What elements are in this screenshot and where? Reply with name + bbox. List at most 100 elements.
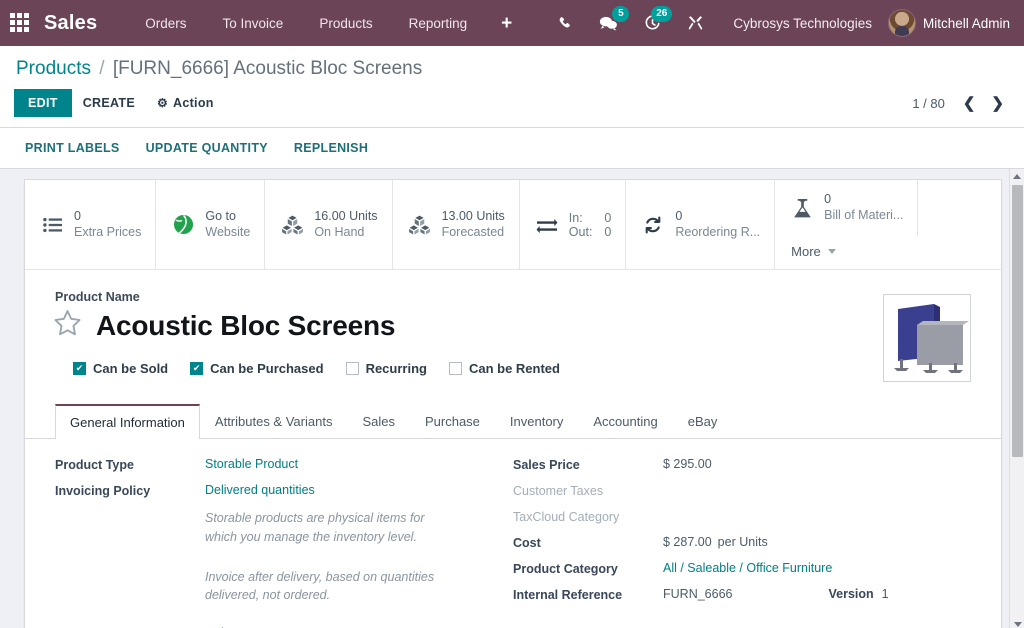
field-product-type: Product Type Storable Product bbox=[55, 457, 513, 472]
checkbox-label: Can be Sold bbox=[93, 361, 168, 376]
stat-button-forecasted[interactable]: 13.00 Units Forecasted bbox=[393, 180, 520, 269]
field-value[interactable]: Delivered quantities bbox=[205, 483, 315, 497]
phone-icon[interactable] bbox=[545, 0, 586, 46]
app-brand-sales[interactable]: Sales bbox=[44, 12, 97, 35]
form-background: 0 Extra Prices Go to Website bbox=[0, 169, 1024, 628]
field-label: TaxCloud Category bbox=[513, 509, 663, 524]
chevron-down-icon bbox=[828, 249, 836, 254]
print-labels-button[interactable]: PRINT LABELS bbox=[14, 135, 131, 161]
menu-item-to-invoice[interactable]: To Invoice bbox=[205, 10, 302, 37]
checkbox-label: Can be Rented bbox=[469, 361, 560, 376]
breadcrumb-current: [FURN_6666] Acoustic Bloc Screens bbox=[113, 58, 422, 79]
tools-icon[interactable] bbox=[674, 0, 717, 46]
tab-ebay[interactable]: eBay bbox=[673, 404, 733, 439]
version-label: Version bbox=[828, 587, 873, 601]
stat-label: Reordering R... bbox=[675, 225, 760, 241]
help-text-storable: Storable products are physical items for… bbox=[205, 509, 455, 547]
exchange-icon bbox=[534, 216, 560, 234]
stat-value: 13.00 Units bbox=[442, 209, 505, 225]
stat-text: 16.00 Units On Hand bbox=[314, 209, 377, 240]
tab-purchase[interactable]: Purchase bbox=[410, 404, 495, 439]
checkbox-recurring[interactable]: Recurring bbox=[346, 361, 427, 376]
breadcrumb-products[interactable]: Products bbox=[16, 58, 91, 79]
star-icon[interactable] bbox=[51, 307, 84, 345]
stat-button-go-to-website[interactable]: Go to Website bbox=[156, 180, 265, 269]
out-label: Out: bbox=[569, 225, 593, 239]
scrollbar-thumb[interactable] bbox=[1012, 185, 1023, 457]
stat-in-out-values: In: 0 Out: 0 bbox=[569, 211, 612, 239]
product-form-sheet: 0 Extra Prices Go to Website bbox=[24, 179, 1002, 628]
scroll-up-arrow[interactable] bbox=[1010, 169, 1024, 184]
stat-button-column-right: 0 Bill of Materi... More bbox=[775, 180, 918, 269]
product-flags: Can be Sold Can be Purchased Recurring C… bbox=[73, 361, 869, 376]
stat-text: Go to Website bbox=[205, 209, 250, 240]
apps-grid-icon[interactable] bbox=[10, 13, 30, 33]
more-stat-buttons-dropdown[interactable]: More bbox=[775, 236, 918, 269]
stat-label: On Hand bbox=[314, 225, 377, 241]
tab-general-information[interactable]: General Information bbox=[55, 404, 200, 439]
field-customer-taxes: Customer Taxes bbox=[513, 483, 971, 498]
tab-attributes-variants[interactable]: Attributes & Variants bbox=[200, 404, 348, 439]
field-label: Invoicing Policy bbox=[55, 483, 205, 498]
field-value[interactable]: Storable Product bbox=[205, 457, 298, 471]
stat-label: Forecasted bbox=[442, 225, 505, 241]
stat-text: 0 Reordering R... bbox=[675, 209, 760, 240]
tab-accounting[interactable]: Accounting bbox=[578, 404, 672, 439]
checkbox-can-be-purchased[interactable]: Can be Purchased bbox=[190, 361, 323, 376]
activities-clock-icon[interactable]: 26 bbox=[631, 0, 674, 46]
action-label: Action bbox=[173, 96, 214, 110]
messages-icon[interactable]: 5 bbox=[586, 0, 631, 46]
user-menu[interactable]: Mitchell Admin bbox=[886, 9, 1010, 37]
in-value: 0 bbox=[604, 211, 611, 225]
add-menu-plus-icon[interactable]: + bbox=[485, 12, 528, 35]
stat-button-bill-of-materials[interactable]: 0 Bill of Materi... bbox=[775, 180, 918, 236]
pager: 1 / 80 ❮ ❯ bbox=[912, 95, 1010, 112]
stat-label: Bill of Materi... bbox=[824, 208, 903, 224]
action-button[interactable]: ⚙ Action bbox=[146, 90, 225, 116]
field-value[interactable]: All / Saleable / Office Furniture bbox=[663, 561, 832, 575]
stat-button-on-hand[interactable]: 16.00 Units On Hand bbox=[265, 180, 392, 269]
cost-suffix: per Units bbox=[718, 535, 768, 549]
stat-value: 0 bbox=[74, 209, 141, 225]
in-label: In: bbox=[569, 211, 593, 225]
checkbox-can-be-sold[interactable]: Can be Sold bbox=[73, 361, 168, 376]
menu-item-reporting[interactable]: Reporting bbox=[391, 10, 486, 37]
stat-button-in-out[interactable]: In: 0 Out: 0 bbox=[520, 180, 627, 269]
field-label: Cost bbox=[513, 535, 663, 550]
field-value[interactable]: FURN_6666 bbox=[663, 587, 732, 601]
company-switcher[interactable]: Cybrosys Technologies bbox=[717, 16, 886, 31]
edit-button[interactable]: EDIT bbox=[14, 89, 72, 117]
stat-button-extra-prices[interactable]: 0 Extra Prices bbox=[25, 180, 156, 269]
checkbox-can-be-rented[interactable]: Can be Rented bbox=[449, 361, 560, 376]
stat-value: 16.00 Units bbox=[314, 209, 377, 225]
vertical-scrollbar[interactable] bbox=[1009, 169, 1024, 628]
checkbox-label: Recurring bbox=[366, 361, 427, 376]
product-image[interactable] bbox=[883, 294, 971, 382]
gear-icon: ⚙ bbox=[157, 96, 168, 110]
replenish-button[interactable]: REPLENISH bbox=[283, 135, 379, 161]
menu-item-orders[interactable]: Orders bbox=[127, 10, 204, 37]
update-quantity-button[interactable]: UPDATE QUANTITY bbox=[135, 135, 279, 161]
menu-item-products[interactable]: Products bbox=[301, 10, 390, 37]
field-value[interactable]: $ 287.00 bbox=[663, 535, 712, 549]
tab-inventory[interactable]: Inventory bbox=[495, 404, 578, 439]
top-navbar: Sales Orders To Invoice Products Reporti… bbox=[0, 0, 1024, 46]
checkbox-box bbox=[73, 362, 86, 375]
create-button[interactable]: CREATE bbox=[72, 90, 146, 116]
secondary-button-bar: PRINT LABELS UPDATE QUANTITY REPLENISH bbox=[0, 128, 1024, 169]
systray: 5 26 Cybrosys Technologies Mitchell Admi… bbox=[545, 0, 1010, 46]
scroll-down-arrow[interactable] bbox=[1010, 617, 1024, 628]
stat-button-reordering-rules[interactable]: 0 Reordering R... bbox=[626, 180, 775, 269]
product-header: Product Name Acoustic Bloc Screens Can b… bbox=[25, 270, 1001, 382]
avatar bbox=[888, 9, 916, 37]
stat-value: 0 bbox=[824, 192, 903, 208]
tab-sales[interactable]: Sales bbox=[347, 404, 410, 439]
field-label: Product Category bbox=[513, 561, 663, 576]
field-value[interactable]: $ 295.00 bbox=[663, 457, 712, 471]
pager-next-icon[interactable]: ❯ bbox=[985, 95, 1010, 112]
pager-previous-icon[interactable]: ❮ bbox=[957, 95, 982, 112]
field-label: Product Type bbox=[55, 457, 205, 472]
field-label: Internal Reference bbox=[513, 587, 663, 602]
stat-text: 0 Bill of Materi... bbox=[824, 192, 903, 223]
stat-value: Go to bbox=[205, 209, 250, 225]
